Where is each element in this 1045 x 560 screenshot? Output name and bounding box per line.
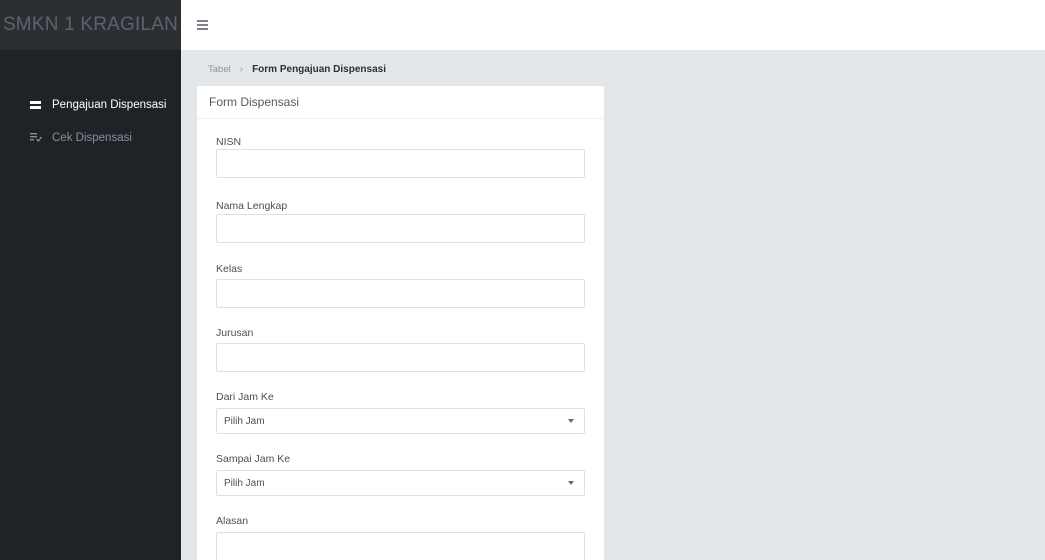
top-header xyxy=(181,0,1045,50)
breadcrumb-parent-link[interactable]: Tabel xyxy=(208,64,231,75)
sidebar-item-cek-dispensasi[interactable]: Cek Dispensasi xyxy=(0,121,181,154)
dari-jam-select[interactable]: Pilih Jam xyxy=(216,408,585,434)
sidebar: SMKN 1 KRAGILAN Pengajuan Dispensasi Cek… xyxy=(0,0,181,560)
list-icon xyxy=(30,100,42,110)
sidebar-nav: Pengajuan Dispensasi Cek Dispensasi xyxy=(0,50,181,154)
sidebar-item-pengajuan-dispensasi[interactable]: Pengajuan Dispensasi xyxy=(0,88,181,121)
nisn-label: NISN xyxy=(216,136,242,148)
breadcrumb: Tabel › Form Pengajuan Dispensasi xyxy=(208,62,386,76)
hamburger-icon[interactable] xyxy=(197,20,208,30)
jurusan-label: Jurusan xyxy=(216,327,254,339)
breadcrumb-separator: › xyxy=(239,63,244,75)
chevron-down-icon xyxy=(568,481,574,485)
nisn-input[interactable] xyxy=(216,149,585,178)
kelas-group: Kelas xyxy=(216,263,585,308)
card-title: Form Dispensasi xyxy=(197,86,604,119)
sampai-jam-label: Sampai Jam Ke xyxy=(216,453,291,465)
sidebar-item-label: Pengajuan Dispensasi xyxy=(52,98,167,111)
dari-jam-label: Dari Jam Ke xyxy=(216,391,274,403)
jurusan-group: Jurusan xyxy=(216,327,585,372)
form-card: Form Dispensasi NISN Nama Lengkap Kelas … xyxy=(197,86,604,560)
brand-logo[interactable]: SMKN 1 KRAGILAN xyxy=(0,0,181,50)
chevron-down-icon xyxy=(568,419,574,423)
dari-jam-group: Dari Jam Ke Pilih Jam xyxy=(216,391,585,434)
checklist-icon xyxy=(30,133,42,143)
sampai-jam-group: Sampai Jam Ke Pilih Jam xyxy=(216,453,585,496)
sidebar-item-label: Cek Dispensasi xyxy=(52,131,132,144)
alasan-label: Alasan xyxy=(216,515,249,527)
sampai-jam-selected-value: Pilih Jam xyxy=(224,477,265,489)
nama-lengkap-label: Nama Lengkap xyxy=(216,200,288,212)
nisn-group: NISN xyxy=(216,136,585,178)
nama-lengkap-input[interactable] xyxy=(216,214,585,243)
alasan-input[interactable] xyxy=(216,532,585,560)
nama-lengkap-group: Nama Lengkap xyxy=(216,200,585,243)
sampai-jam-select[interactable]: Pilih Jam xyxy=(216,470,585,496)
kelas-input[interactable] xyxy=(216,279,585,308)
breadcrumb-current: Form Pengajuan Dispensasi xyxy=(252,63,386,75)
app-root: SMKN 1 KRAGILAN Pengajuan Dispensasi Cek… xyxy=(0,0,1045,560)
jurusan-input[interactable] xyxy=(216,343,585,372)
dari-jam-selected-value: Pilih Jam xyxy=(224,415,265,427)
kelas-label: Kelas xyxy=(216,263,243,275)
alasan-group: Alasan xyxy=(216,515,585,560)
